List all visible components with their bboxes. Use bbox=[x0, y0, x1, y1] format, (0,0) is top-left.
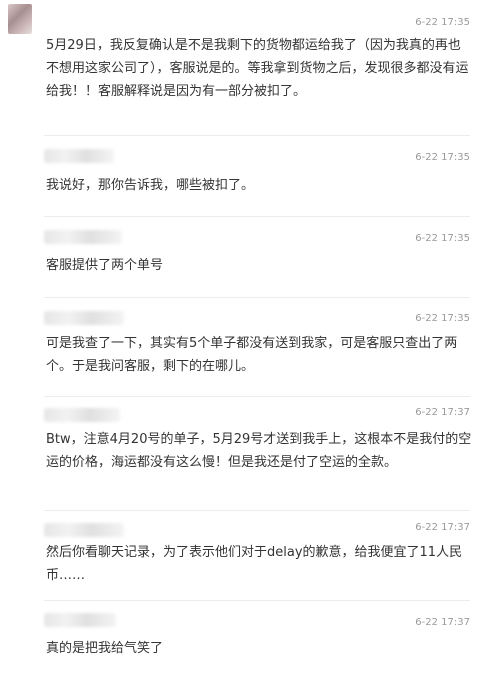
comment-text: 客服提供了两个单号 bbox=[46, 258, 164, 273]
comment-timestamp: 6-22 17:37 bbox=[415, 522, 470, 533]
comment-text: Btw，注意4月20号的单子，5月29号才送到我手上，这根本不是我付的空运的价格… bbox=[46, 432, 472, 470]
comment-item: 6-22 17:37 真的是把我给气笑了 bbox=[0, 601, 487, 680]
comment-item: 6-22 17:37 Btw，注意4月20号的单子，5月29号才送到我手上，这根… bbox=[0, 397, 487, 510]
comment-item: 6-22 17:35 我说好，那你告诉我，哪些被扣了。 bbox=[0, 136, 487, 216]
comment-feed: 6-22 17:35 5月29日，我反复确认是不是我剩下的货物都运给我了（因为我… bbox=[0, 0, 487, 680]
comment-timestamp: 6-22 17:35 bbox=[415, 17, 470, 28]
username-blurred[interactable] bbox=[44, 408, 120, 422]
comment-item: 6-22 17:35 可是我查了一下，其实有5个单子都没有送到我家，可是客服只查… bbox=[0, 298, 487, 396]
comment-item: 6-22 17:35 5月29日，我反复确认是不是我剩下的货物都运给我了（因为我… bbox=[0, 0, 487, 135]
comment-text: 5月29日，我反复确认是不是我剩下的货物都运给我了（因为我真的再也不想用这家公司… bbox=[46, 38, 469, 99]
comment-item: 6-22 17:35 客服提供了两个单号 bbox=[0, 217, 487, 297]
username-blurred[interactable] bbox=[44, 613, 116, 627]
username-blurred[interactable] bbox=[44, 523, 124, 537]
comment-item: 6-22 17:37 然后你看聊天记录，为了表示他们对于delay的歉意，给我便… bbox=[0, 511, 487, 600]
comment-timestamp: 6-22 17:35 bbox=[415, 233, 470, 244]
comment-timestamp: 6-22 17:37 bbox=[415, 407, 470, 418]
username-blurred[interactable] bbox=[44, 149, 114, 163]
comment-text: 然后你看聊天记录，为了表示他们对于delay的歉意，给我便宜了11人民币…… bbox=[46, 545, 463, 583]
avatar[interactable] bbox=[8, 4, 32, 34]
comment-timestamp: 6-22 17:35 bbox=[415, 313, 470, 324]
username-blurred[interactable] bbox=[44, 230, 122, 244]
username-blurred[interactable] bbox=[44, 311, 124, 325]
comment-timestamp: 6-22 17:37 bbox=[415, 617, 470, 628]
comment-text: 真的是把我给气笑了 bbox=[46, 641, 164, 656]
comment-timestamp: 6-22 17:35 bbox=[415, 152, 470, 163]
comment-text: 我说好，那你告诉我，哪些被扣了。 bbox=[46, 178, 255, 193]
comment-text: 可是我查了一下，其实有5个单子都没有送到我家，可是客服只查出了两个。于是我问客服… bbox=[46, 336, 458, 374]
